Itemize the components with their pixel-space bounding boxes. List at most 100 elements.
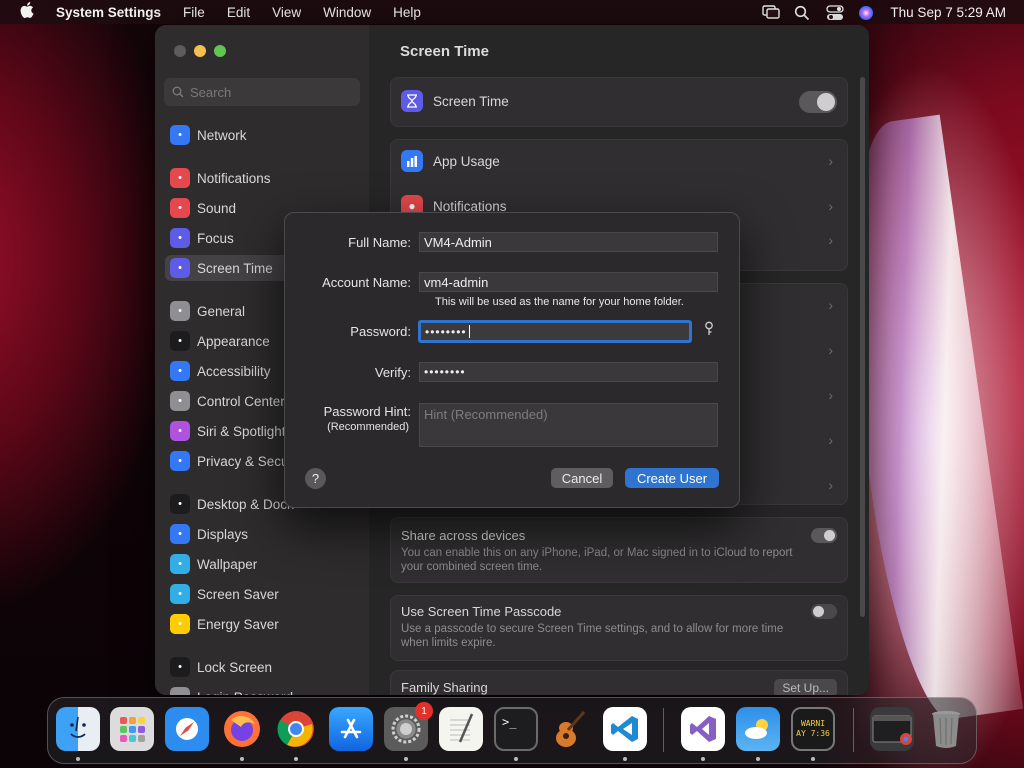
- sidebar-item-network[interactable]: • Network: [165, 122, 361, 148]
- sidebar-item-label: Energy Saver: [197, 616, 279, 632]
- spotlight-search-icon[interactable]: [794, 5, 812, 21]
- sidebar-item-label: Login Password: [197, 690, 293, 696]
- full-name-label: Full Name:: [348, 235, 411, 250]
- window-controls: [174, 45, 226, 57]
- finder-icon[interactable]: [56, 707, 100, 751]
- minimize-button[interactable]: [194, 45, 206, 57]
- console-icon[interactable]: WARNI AY 7:36: [791, 707, 835, 751]
- menu-edit[interactable]: Edit: [227, 5, 250, 20]
- sidebar-item-label: Notifications: [197, 170, 271, 186]
- sidebar-item-wallpaper[interactable]: • Wallpaper: [165, 551, 361, 577]
- sidebar-item-screen-saver[interactable]: • Screen Saver: [165, 581, 361, 607]
- menubar-clock[interactable]: Thu Sep 7 5:29 AM: [890, 5, 1006, 20]
- close-button[interactable]: [174, 45, 186, 57]
- share-card: Share across devices You can enable this…: [390, 517, 848, 583]
- sidebar-item-lock-screen[interactable]: • Lock Screen: [165, 654, 361, 680]
- menu-view[interactable]: View: [272, 5, 301, 20]
- create-user-button[interactable]: Create User: [625, 468, 719, 488]
- system-settings-icon[interactable]: 1: [384, 702, 433, 751]
- visual-studio-icon[interactable]: [681, 707, 725, 751]
- safari-icon[interactable]: [165, 707, 209, 751]
- sidebar-item-label: Control Center: [197, 393, 285, 409]
- sidebar-search-field[interactable]: Search: [164, 78, 360, 106]
- sidebar-item-label: Network: [197, 127, 247, 143]
- search-placeholder: Search: [190, 84, 232, 100]
- account-name-label: Account Name:: [322, 275, 411, 290]
- password-field[interactable]: ••••••••: [418, 320, 692, 343]
- zoom-button[interactable]: [214, 45, 226, 57]
- dock-icon: •: [170, 494, 190, 514]
- chevron-right-icon: ›: [828, 342, 833, 358]
- share-title: Share across devices: [401, 528, 526, 543]
- screen-mirroring-icon[interactable]: [762, 5, 781, 19]
- passcode-description: Use a passcode to secure Screen Time set…: [401, 623, 784, 649]
- menu-window[interactable]: Window: [323, 5, 371, 20]
- sidebar-item-label: Siri & Spotlight: [197, 423, 286, 439]
- textedit-icon[interactable]: [439, 707, 483, 751]
- cancel-button[interactable]: Cancel: [551, 468, 613, 488]
- chrome-icon[interactable]: [274, 707, 318, 751]
- family-card: Family Sharing Set Up...: [390, 670, 848, 695]
- wallpaper-icon: •: [170, 554, 190, 574]
- sidebar-item-label: Screen Time: [197, 260, 273, 276]
- sidebar-item-label: Sound: [197, 200, 237, 216]
- screensaver-icon: •: [170, 584, 190, 604]
- sidebar-item-label: Accessibility: [197, 363, 271, 379]
- dock: 1 >_ WARNI AY 7:36: [47, 697, 977, 764]
- share-toggle[interactable]: [811, 528, 837, 543]
- sidebar-item-label: Lock Screen: [197, 659, 273, 675]
- battery-icon: •: [170, 614, 190, 634]
- password-value: ••••••••: [425, 324, 467, 339]
- menu-app-name[interactable]: System Settings: [56, 5, 161, 20]
- chrome-window-icon[interactable]: [870, 707, 914, 751]
- notification-badge: 1: [415, 702, 433, 720]
- chevron-right-icon: ›: [828, 198, 833, 214]
- sidebar-item-label: Desktop & Dock: [197, 496, 294, 512]
- pane-title: Screen Time: [400, 43, 489, 60]
- password-hint-label: Password Hint:: [323, 404, 411, 419]
- share-description: You can enable this on any iPhone, iPad,…: [401, 547, 793, 573]
- weather-icon[interactable]: [736, 707, 780, 751]
- apple-menu-icon[interactable]: [20, 2, 36, 22]
- trash-icon[interactable]: [924, 707, 968, 751]
- password-label: Password:: [350, 324, 411, 339]
- scrollbar[interactable]: [860, 77, 865, 617]
- help-button[interactable]: ?: [305, 468, 326, 489]
- sidebar-item-displays[interactable]: • Displays: [165, 521, 361, 547]
- siri-icon[interactable]: [858, 5, 876, 20]
- control-center-icon[interactable]: [826, 5, 845, 20]
- app-store-icon[interactable]: [329, 707, 373, 751]
- passcode-toggle[interactable]: [811, 604, 837, 619]
- sidebar-item-label: Displays: [197, 526, 249, 542]
- menu-bar: System Settings File Edit View Window He…: [0, 0, 1024, 24]
- chevron-right-icon: ›: [828, 432, 833, 448]
- firefox-icon[interactable]: [220, 707, 264, 751]
- chevron-right-icon: ›: [828, 477, 833, 493]
- launchpad-icon[interactable]: [110, 707, 154, 751]
- menu-help[interactable]: Help: [393, 5, 421, 20]
- sidebar-item-notifications[interactable]: • Notifications: [165, 165, 361, 191]
- terminal-prompt: >_: [502, 715, 517, 729]
- screen-time-toggle[interactable]: [799, 91, 837, 113]
- terminal-icon[interactable]: >_: [494, 707, 538, 751]
- password-hint-sublabel: (Recommended): [327, 421, 409, 433]
- family-setup-button[interactable]: Set Up...: [774, 679, 837, 695]
- app-usage-row[interactable]: App Usage ›: [401, 150, 837, 172]
- passcode-title: Use Screen Time Passcode: [401, 604, 562, 619]
- menu-file[interactable]: File: [183, 5, 205, 20]
- sidebar-item-label: Screen Saver: [197, 586, 279, 602]
- chevron-right-icon: ›: [828, 153, 833, 169]
- verify-label: Verify:: [374, 365, 411, 380]
- sidebar-item-energy-saver[interactable]: • Energy Saver: [165, 611, 361, 637]
- chevron-right-icon: ›: [828, 297, 833, 313]
- password-key-icon[interactable]: [704, 321, 714, 342]
- search-icon: [172, 86, 184, 98]
- hourglass-icon: •: [170, 258, 190, 278]
- password-hint-field[interactable]: Hint (Recommended): [419, 403, 718, 447]
- account-name-field[interactable]: vm4-admin: [419, 272, 718, 292]
- full-name-field[interactable]: VM4-Admin: [419, 232, 718, 252]
- sidebar-item-login-password[interactable]: • Login Password: [165, 684, 361, 695]
- verify-field[interactable]: ••••••••: [419, 362, 718, 382]
- garageband-icon[interactable]: [548, 707, 592, 751]
- vscode-icon[interactable]: [603, 707, 647, 751]
